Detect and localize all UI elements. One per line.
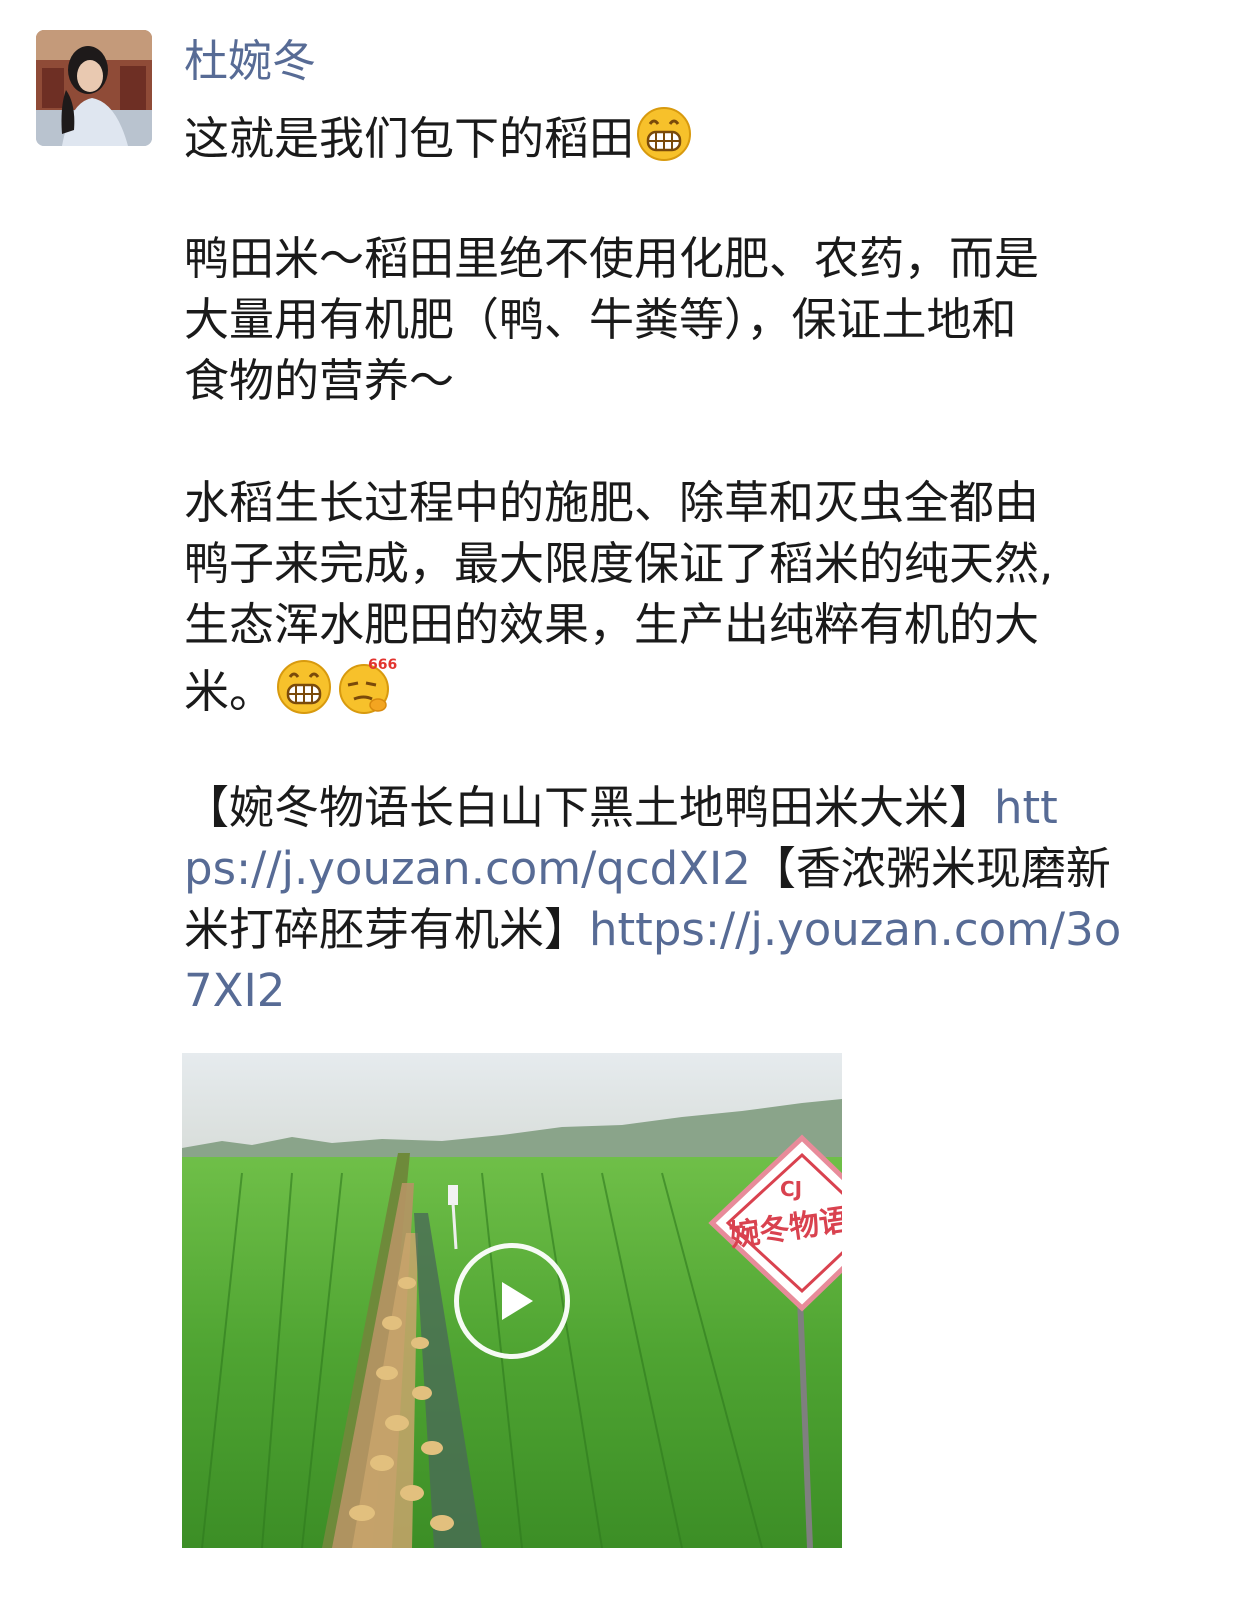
post-line-link: 米打碎胚芽有机米】https://j.youzan.com/3o [184, 903, 1122, 956]
avatar[interactable] [36, 30, 152, 146]
post-line: 这就是我们包下的稻田 [184, 106, 1184, 167]
666-emoji-icon: 666 [334, 655, 398, 730]
product-link-1-cont[interactable]: ps://j.youzan.com/qcdXI2 [184, 842, 751, 895]
grin-emoji-icon [276, 659, 332, 730]
post-line: 鸭田米～稻田里绝不使用化肥、农药，而是 [184, 232, 1040, 285]
post-line: 米。 666 [184, 655, 1184, 718]
product-link-2-cont[interactable]: 7XI2 [184, 964, 285, 1017]
product-link-2[interactable]: https://j.youzan.com/3o [589, 903, 1121, 956]
product-link-1[interactable]: htt [994, 781, 1058, 834]
post-body: 这就是我们包下的稻田 鸭田米～稻田里绝不使用化肥、农药，而是 大量用有机肥（鸭、… [184, 106, 1184, 1021]
post-line-link: 7XI2 [184, 960, 1184, 1021]
sign-logo: CJ [780, 1177, 802, 1201]
video-thumbnail[interactable]: CJ 婉冬物语 [182, 1053, 842, 1548]
post-line: 大量用有机肥（鸭、牛粪等），保证土地和 [184, 293, 1017, 346]
post-line: 生态浑水肥田的效果，生产出纯粹有机的大 [184, 598, 1040, 651]
post-line: 鸭子来完成，最大限度保证了稻米的纯天然, [184, 537, 1054, 590]
post-line-link: ps://j.youzan.com/qcdXI2【香浓粥米现磨新 [184, 842, 1111, 895]
666-label: 666 [368, 657, 397, 673]
post-line: 水稻生长过程中的施肥、除草和灭虫全都由 [184, 476, 1040, 529]
author-name[interactable]: 杜婉冬 [184, 34, 316, 90]
post-line: 食物的营养～ [184, 354, 455, 407]
play-button[interactable] [454, 1243, 570, 1359]
post-line-link: 【婉冬物语长白山下黑土地鸭田米大米】htt [184, 781, 1058, 834]
grin-emoji-icon [636, 106, 692, 177]
play-icon [502, 1282, 533, 1320]
